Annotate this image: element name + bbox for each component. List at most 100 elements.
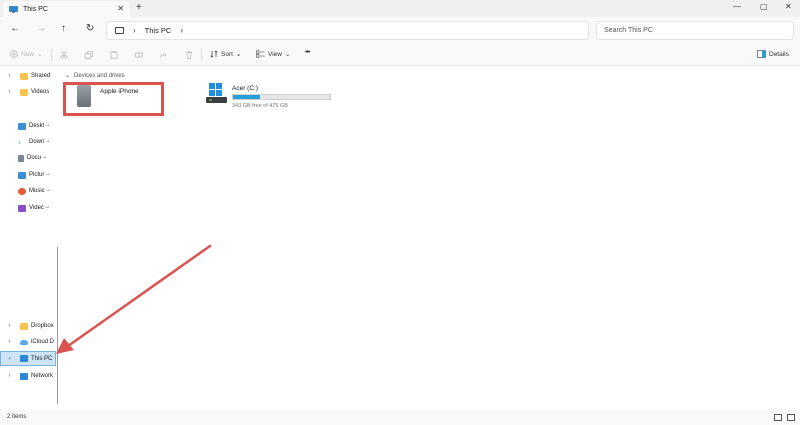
drive-icon[interactable] [206, 83, 227, 104]
new-button[interactable]: New ⌄ [10, 50, 42, 58]
share-icon[interactable] [160, 51, 168, 59]
storage-free-text: 343 GB free of 475 GB [232, 103, 288, 109]
back-button[interactable]: ← [10, 23, 20, 34]
chevron-right-icon[interactable]: › [5, 373, 14, 379]
pin-icon: ⊸ [44, 205, 50, 211]
content-pane: ⌄ Devices and drives Apple iPhone Acer (… [60, 66, 800, 410]
chevron-down-icon: ⌄ [65, 73, 71, 79]
sort-button[interactable]: Sort ⌄ [210, 50, 241, 58]
sidebar-item-shared[interactable]: › Shared [0, 69, 56, 83]
sidebar-item-label: Docu [27, 155, 42, 161]
sidebar-item-pictures[interactable]: Pictur ⊸ [0, 168, 56, 182]
details-pane-icon [757, 50, 766, 58]
chevron-right-icon[interactable]: › [5, 323, 14, 329]
document-icon [18, 154, 24, 162]
folder-icon [20, 322, 28, 330]
rename-icon[interactable] [135, 51, 143, 59]
monitor-icon [20, 355, 28, 362]
new-tab-button[interactable]: + [136, 2, 142, 13]
pictures-icon [18, 171, 26, 179]
close-window-button[interactable]: ✕ [785, 2, 792, 11]
sidebar-item-label: This PC [31, 355, 53, 362]
view-button[interactable]: View ⌄ [256, 50, 290, 58]
address-bar[interactable]: › This PC › [106, 21, 589, 40]
download-icon: ↓ [18, 138, 22, 146]
sidebar-item-desktop[interactable]: Deskt ⊸ [0, 119, 56, 133]
monitor-icon [115, 27, 124, 34]
sidebar-item-icloud[interactable]: › iCloud D [0, 335, 56, 349]
sidebar-item-music[interactable]: Music ⊸ [0, 184, 56, 198]
sidebar-item-this-pc[interactable]: › This PC [0, 351, 56, 366]
close-tab-icon[interactable]: ✕ [117, 4, 124, 13]
video-icon [18, 204, 26, 212]
device-name-acer-c[interactable]: Acer (C:) [232, 85, 258, 92]
up-button[interactable]: ↑ [61, 23, 66, 34]
item-count: 2 items [7, 414, 27, 420]
delete-icon[interactable] [185, 51, 193, 59]
sidebar-item-dropbox[interactable]: › Dropbox [0, 319, 56, 333]
tiles-view-icon[interactable] [787, 414, 795, 421]
sidebar-item-label: Network [31, 373, 54, 379]
sidebar-item-label: iCloud D [31, 339, 55, 345]
minimize-button[interactable]: — [733, 2, 741, 11]
details-button[interactable]: Details [757, 50, 789, 58]
more-options-button[interactable]: ••• [305, 49, 310, 56]
chevron-right-icon[interactable]: › [5, 89, 14, 95]
details-label: Details [769, 50, 789, 58]
details-view-icon[interactable] [774, 414, 782, 421]
chevron-down-icon: ⌄ [37, 51, 43, 58]
device-name-apple-iphone[interactable]: Apple iPhone [100, 88, 139, 95]
new-label: New [21, 50, 35, 58]
sort-label: Sort [221, 50, 233, 58]
sidebar-item-label: Deskt [29, 123, 45, 129]
status-bar: 2 items [0, 410, 800, 425]
pin-icon: ⊸ [45, 139, 50, 145]
sidebar-item-label: Music [29, 188, 45, 194]
chevron-right-icon[interactable]: › [5, 339, 14, 345]
pin-icon: ⊸ [45, 172, 50, 178]
breadcrumb-separator: › [133, 26, 136, 35]
sidebar-item-network[interactable]: › Network [0, 369, 56, 383]
search-input[interactable]: Search This PC [596, 21, 794, 40]
phone-icon[interactable] [77, 85, 91, 107]
command-bar: New ⌄ Sort ⌄ View ⌄ ••• Details [0, 44, 800, 66]
breadcrumb-this-pc[interactable]: This PC [145, 26, 172, 35]
paste-icon[interactable] [110, 51, 118, 59]
cut-icon[interactable] [60, 51, 68, 59]
title-bar: This PC ✕ + — ▢ ✕ [0, 0, 800, 17]
refresh-button[interactable]: ↻ [86, 23, 94, 34]
forward-button[interactable]: → [36, 23, 46, 34]
sidebar-item-documents[interactable]: Docu ⊸ [0, 151, 56, 165]
navigation-pane: › Shared › Videos Deskt ⊸ ↓ Down ⊸ Docu … [0, 66, 56, 410]
sidebar-item-label: Down [29, 139, 45, 145]
sidebar-item-label: Shared [31, 73, 51, 79]
sidebar-item-label: Pictur [29, 172, 45, 178]
navigation-bar: ← → ↑ ↻ › This PC › Search This PC [0, 17, 800, 44]
sidebar-scrollbar[interactable] [57, 247, 58, 404]
monitor-icon [9, 5, 18, 13]
sidebar-item-videos[interactable]: › Videos [0, 85, 56, 99]
chevron-right-icon[interactable]: › [5, 73, 14, 79]
cloud-icon [20, 339, 28, 345]
divider [201, 49, 202, 61]
maximize-button[interactable]: ▢ [760, 2, 768, 11]
divider [51, 49, 52, 61]
search-placeholder: Search This PC [604, 27, 653, 34]
network-icon [20, 372, 28, 380]
sidebar-item-downloads[interactable]: ↓ Down ⊸ [0, 135, 56, 149]
pin-icon: ⊸ [42, 155, 47, 161]
section-header[interactable]: ⌄ Devices and drives [65, 72, 125, 80]
music-icon [18, 187, 26, 195]
breadcrumb-separator[interactable]: › [180, 26, 183, 35]
pin-icon: ⊸ [45, 188, 50, 194]
chevron-down-icon: ⌄ [284, 51, 291, 58]
view-label: View [268, 50, 282, 58]
storage-bar [232, 94, 331, 100]
folder-icon [20, 72, 28, 80]
sort-icon [210, 50, 218, 58]
sidebar-item-videos-quick[interactable]: Videc ⊸ [0, 201, 56, 215]
copy-icon[interactable] [85, 51, 93, 59]
chevron-right-icon[interactable]: › [5, 356, 14, 362]
tab-this-pc[interactable]: This PC ✕ [3, 1, 130, 17]
plus-circle-icon [10, 50, 18, 58]
